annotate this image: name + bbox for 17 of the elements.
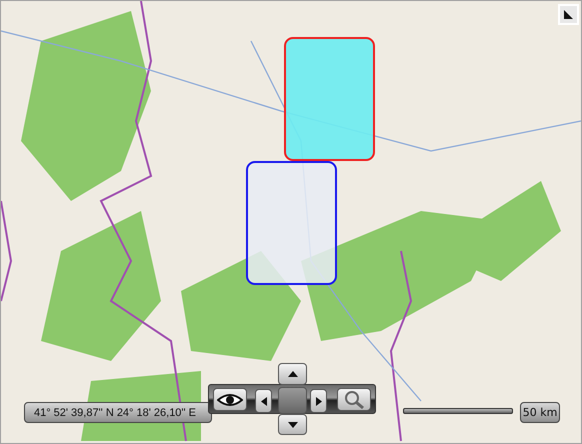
coordinates-display: 41° 52' 39,87'' N 24° 18' 26,10'' E <box>24 402 212 423</box>
search-icon <box>344 390 364 409</box>
search-button[interactable] <box>337 388 371 411</box>
eye-icon <box>217 392 243 406</box>
pan-left-button[interactable] <box>255 389 272 413</box>
collapse-button[interactable] <box>558 4 579 25</box>
map-view[interactable]: 41° 52' 39,87'' N 24° 18' 26,10'' E 50 km <box>0 0 582 444</box>
corner-arrow-icon <box>563 9 574 20</box>
pan-right-button[interactable] <box>310 389 327 413</box>
view-button[interactable] <box>213 388 247 411</box>
left-arrow-icon <box>260 396 266 406</box>
down-arrow-icon <box>288 422 298 428</box>
right-arrow-icon <box>316 396 322 406</box>
pan-up-button[interactable] <box>278 363 307 385</box>
up-arrow-icon <box>288 371 298 377</box>
scale-label: 50 km <box>520 402 560 423</box>
pan-down-button[interactable] <box>278 414 307 435</box>
